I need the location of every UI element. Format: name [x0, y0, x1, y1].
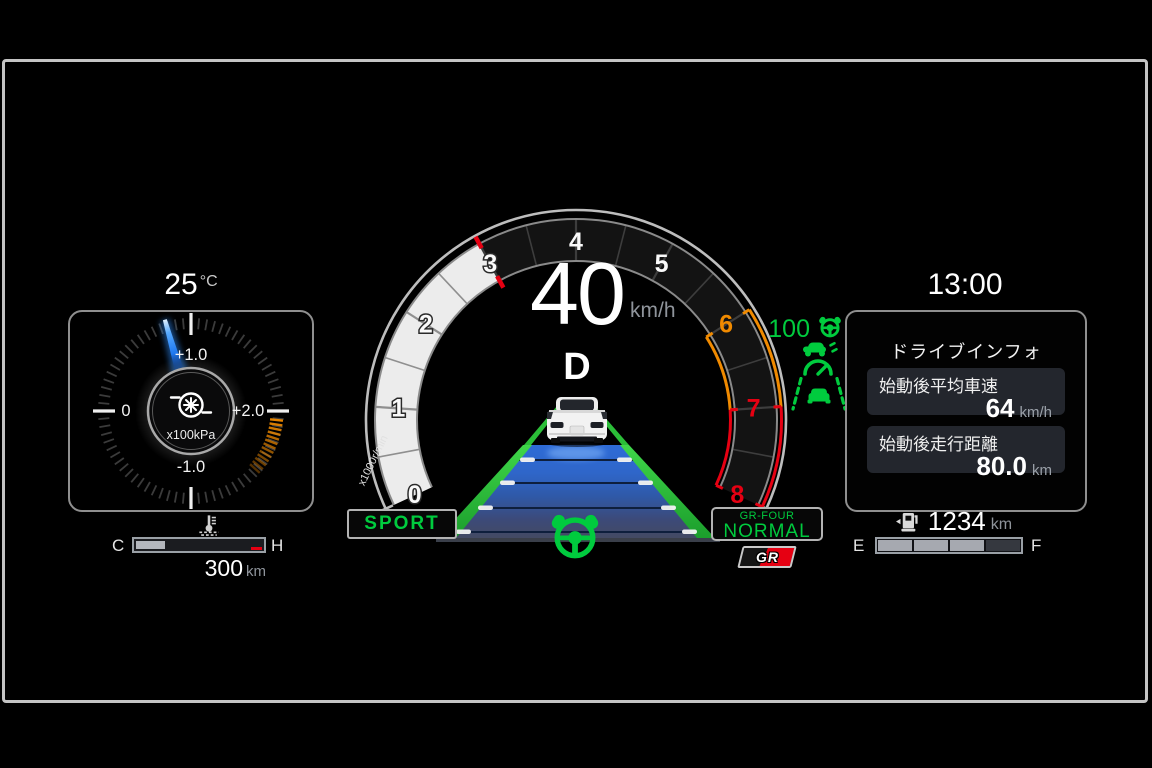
awd-mode-badge: GR-FOUR NORMAL [711, 507, 823, 541]
odometer-unit: km [246, 563, 266, 580]
lane-tracing-assist-icon [544, 508, 606, 562]
svg-text:6: 6 [719, 310, 733, 338]
radar-cruise-icon [792, 341, 846, 379]
avg-speed-value: 64 [986, 393, 1015, 423]
fuel-range: 1234 km [872, 506, 1036, 537]
drive-info-row-distance: 始動後走行距離 80.0km [867, 426, 1065, 473]
boost-label-top: +1.0 [175, 346, 208, 364]
svg-text:0: 0 [408, 481, 422, 509]
boost-label-bottom: -1.0 [177, 458, 205, 476]
odometer-value: 300 [205, 555, 243, 581]
coolant-hot-label: H [271, 536, 283, 556]
gr-logo: GR [737, 546, 796, 568]
coolant-temp-icon [197, 514, 221, 536]
drive-mode-badge: SPORT [347, 509, 457, 539]
fuel-segment [986, 540, 1020, 551]
drive-info-row-avg-speed: 始動後平均車速 64km/h [867, 368, 1065, 415]
clock: 13:00 [880, 268, 1050, 302]
svg-text:1: 1 [391, 394, 405, 422]
boost-gauge: x100kPa +1.0 +2.0 -1.0 0 [68, 310, 314, 512]
svg-text:2: 2 [419, 310, 433, 338]
acc-set-speed: 100 [764, 315, 810, 344]
boost-unit-label: x100kPa [167, 428, 216, 442]
lane-departure-icon [791, 377, 847, 411]
car-reflection [547, 446, 605, 460]
coolant-temp-fill [136, 541, 165, 549]
fuel-empty-label: E [853, 536, 864, 556]
gear-indicator: D [477, 346, 677, 389]
distance-value: 80.0 [976, 451, 1027, 481]
distance-unit: km [1032, 462, 1052, 479]
fuel-range-value: 1234 [928, 506, 986, 537]
gr-logo-text: GR [756, 549, 779, 565]
drive-mode-label: SPORT [364, 513, 439, 535]
speed-unit: km/h [630, 299, 676, 323]
fuel-gauge-bar [875, 537, 1023, 554]
odometer: 300km [138, 555, 266, 582]
car-graphic [544, 397, 610, 447]
fuel-pump-icon [896, 510, 923, 534]
outside-temperature: 25°C [118, 268, 264, 302]
boost-label-left: 0 [121, 402, 130, 420]
speed-value: 40 [477, 250, 677, 338]
fuel-full-label: F [1031, 536, 1041, 556]
svg-text:8: 8 [730, 481, 744, 509]
drive-info-panel: ドライブインフォ 始動後平均車速 64km/h 始動後走行距離 80.0km [845, 310, 1087, 512]
outside-temperature-unit: °C [200, 273, 218, 290]
instrument-cluster: 25°C [0, 0, 1152, 768]
svg-text:7: 7 [747, 394, 761, 422]
fuel-segment [950, 540, 984, 551]
lta-steering-icon [816, 314, 844, 339]
coolant-temp-bar [132, 537, 266, 553]
outside-temperature-value: 25 [164, 268, 197, 301]
coolant-cold-label: C [112, 536, 124, 556]
drive-info-title: ドライブインフォ [847, 338, 1085, 364]
awd-mode-label: NORMAL [713, 522, 821, 541]
boost-label-right: +2.0 [232, 402, 265, 420]
avg-speed-unit: km/h [1019, 404, 1052, 421]
fuel-segment [878, 540, 912, 551]
fuel-segment [914, 540, 948, 551]
coolant-hot-mark [251, 547, 262, 550]
fuel-range-unit: km [991, 516, 1012, 534]
